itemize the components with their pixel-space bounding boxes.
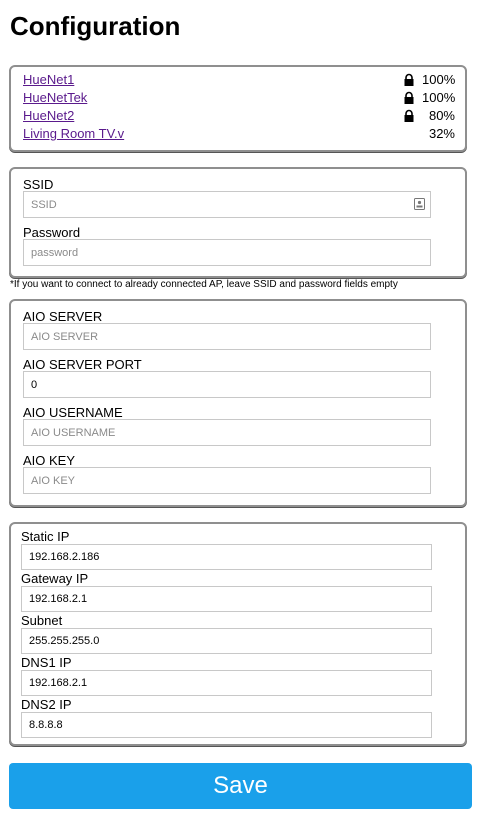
signal-strength: 80% bbox=[428, 108, 455, 123]
aio-server-input[interactable] bbox=[23, 323, 431, 350]
wifi-credentials: SSID Password bbox=[9, 167, 467, 278]
aio-settings: AIO SERVER AIO SERVER PORT AIO USERNAME … bbox=[9, 299, 467, 507]
network-link[interactable]: HueNet1 bbox=[23, 72, 74, 87]
subnet-input[interactable] bbox=[21, 628, 432, 654]
config-page: Configuration HueNet1 100% HueNetTek 100… bbox=[0, 0, 484, 829]
password-field[interactable] bbox=[23, 239, 431, 266]
signal-strength: 100% bbox=[422, 72, 456, 87]
ip-settings: Static IP Gateway IP Subnet DNS1 IP DNS2… bbox=[9, 522, 467, 746]
network-link[interactable]: HueNetTek bbox=[23, 90, 87, 105]
hint-text: *If you want to connect to already conne… bbox=[10, 279, 398, 290]
dns1-label: DNS1 IP bbox=[21, 655, 72, 670]
list-item: HueNet1 100% bbox=[23, 71, 455, 89]
list-item: Living Room TV.v 32% bbox=[23, 125, 455, 143]
ssid-input[interactable] bbox=[23, 191, 431, 218]
dns1-input[interactable] bbox=[21, 670, 432, 696]
static-ip-label: Static IP bbox=[21, 529, 70, 544]
lock-icon bbox=[404, 91, 414, 104]
save-button[interactable]: Save bbox=[9, 763, 472, 809]
aio-username-input[interactable] bbox=[23, 419, 431, 446]
dns2-input[interactable] bbox=[21, 712, 432, 738]
aio-port-input[interactable] bbox=[23, 371, 431, 398]
list-item: HueNetTek 100% bbox=[23, 89, 455, 107]
lock-icon bbox=[404, 73, 414, 86]
contact-card-icon bbox=[414, 198, 425, 210]
lock-icon bbox=[404, 109, 414, 122]
gateway-input[interactable] bbox=[21, 586, 432, 612]
signal-strength: 100% bbox=[422, 90, 456, 105]
gateway-label: Gateway IP bbox=[21, 571, 89, 586]
subnet-label: Subnet bbox=[21, 613, 63, 628]
aio-key-input[interactable] bbox=[23, 467, 431, 494]
network-link[interactable]: HueNet2 bbox=[23, 108, 74, 123]
page-title: Configuration bbox=[10, 11, 181, 41]
dns2-label: DNS2 IP bbox=[21, 697, 72, 712]
list-item: HueNet2 80% bbox=[23, 107, 455, 125]
network-link[interactable]: Living Room TV.v bbox=[23, 126, 124, 141]
signal-strength: 32% bbox=[428, 126, 455, 141]
network-list: HueNet1 100% HueNetTek 100% HueNet2 80% … bbox=[9, 65, 467, 152]
static-ip-input[interactable] bbox=[21, 544, 432, 570]
